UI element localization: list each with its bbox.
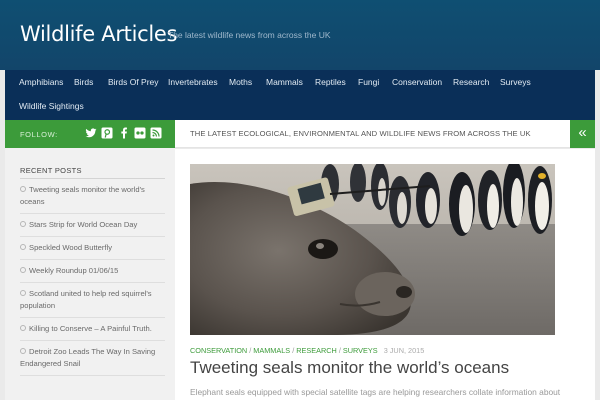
divider: [20, 259, 165, 260]
post-excerpt: Elephant seals equipped with special sat…: [190, 387, 561, 397]
recent-post-link[interactable]: Stars Strip for World Ocean Day: [20, 219, 165, 231]
sidebar-toggle-button[interactable]: «: [570, 120, 595, 148]
recent-post-link[interactable]: Scotland united to help red squirrel's p…: [20, 288, 165, 312]
post-meta: CONSERVATION / MAMMALS / RESEARCH / SURV…: [190, 346, 424, 355]
circle-bullet-icon: [20, 325, 26, 331]
recent-post-link[interactable]: Tweeting seals monitor the world's ocean…: [20, 184, 165, 208]
nav-item-reptiles[interactable]: Reptiles: [315, 77, 346, 87]
circle-bullet-icon: [20, 290, 26, 296]
divider: [20, 340, 165, 341]
recent-post-link[interactable]: Speckled Wood Butterfly: [20, 242, 165, 254]
circle-bullet-icon: [20, 348, 26, 354]
recent-posts-heading: RECENT POSTS: [20, 166, 82, 175]
flickr-icon[interactable]: [133, 127, 146, 140]
post-date: 3 JUN, 2015: [383, 346, 425, 355]
nav-item-mammals[interactable]: Mammals: [266, 77, 303, 87]
follow-bar: FOLLOW:: [5, 120, 175, 148]
nav-item-invertebrates[interactable]: Invertebrates: [168, 77, 218, 87]
category-link[interactable]: SURVEYS: [343, 346, 378, 355]
main-content: CONSERVATION / MAMMALS / RESEARCH / SURV…: [175, 149, 595, 400]
double-chevron-left-icon: «: [578, 124, 587, 141]
nav-item-amphibians[interactable]: Amphibians: [19, 77, 63, 87]
nav-item-wildlife-sightings[interactable]: Wildlife Sightings: [19, 101, 84, 111]
site-header: Wildlife Articles The latest wildlife ne…: [0, 0, 600, 70]
twitter-icon[interactable]: [84, 127, 97, 140]
category-separator: /: [249, 346, 252, 355]
sidebar: RECENT POSTS Tweeting seals monitor the …: [5, 148, 175, 400]
category-link[interactable]: CONSERVATION: [190, 346, 247, 355]
recent-post-link[interactable]: Weekly Roundup 01/06/15: [20, 265, 165, 277]
circle-bullet-icon: [20, 186, 26, 192]
nav-item-fungi[interactable]: Fungi: [358, 77, 379, 87]
featured-image[interactable]: [190, 164, 555, 335]
recent-post-link[interactable]: Killing to Conserve – A Painful Truth.: [20, 323, 165, 335]
category-separator: /: [338, 346, 341, 355]
divider: [20, 317, 165, 318]
divider: [20, 282, 165, 283]
nav-item-birds[interactable]: Birds: [74, 77, 93, 87]
follow-label: FOLLOW:: [20, 130, 58, 139]
circle-bullet-icon: [20, 244, 26, 250]
divider: [20, 236, 165, 237]
divider: [20, 213, 165, 214]
category-link[interactable]: MAMMALS: [253, 346, 290, 355]
site-tagline: The latest wildlife news from across the…: [168, 30, 331, 40]
rss-icon[interactable]: [149, 127, 162, 140]
subheader-bar: THE LATEST ECOLOGICAL, ENVIRONMENTAL AND…: [175, 120, 570, 148]
subheader-text: THE LATEST ECOLOGICAL, ENVIRONMENTAL AND…: [190, 129, 531, 138]
nav-item-surveys[interactable]: Surveys: [500, 77, 531, 87]
site-title[interactable]: Wildlife Articles: [20, 22, 177, 46]
category-separator: /: [292, 346, 295, 355]
nav-item-birds-of-prey[interactable]: Birds Of Prey: [108, 77, 159, 87]
main-nav: Amphibians Birds Birds Of Prey Invertebr…: [5, 70, 595, 120]
circle-bullet-icon: [20, 221, 26, 227]
category-link[interactable]: RESEARCH: [296, 346, 337, 355]
nav-item-research[interactable]: Research: [453, 77, 489, 87]
pinterest-icon[interactable]: [100, 127, 113, 140]
post-title[interactable]: Tweeting seals monitor the world’s ocean…: [190, 358, 509, 378]
divider: [20, 375, 165, 376]
circle-bullet-icon: [20, 267, 26, 273]
facebook-icon[interactable]: [117, 127, 130, 140]
recent-post-link[interactable]: Detroit Zoo Leads The Way In Saving Enda…: [20, 346, 165, 370]
nav-item-conservation[interactable]: Conservation: [392, 77, 442, 87]
divider: [20, 178, 165, 179]
nav-item-moths[interactable]: Moths: [229, 77, 252, 87]
